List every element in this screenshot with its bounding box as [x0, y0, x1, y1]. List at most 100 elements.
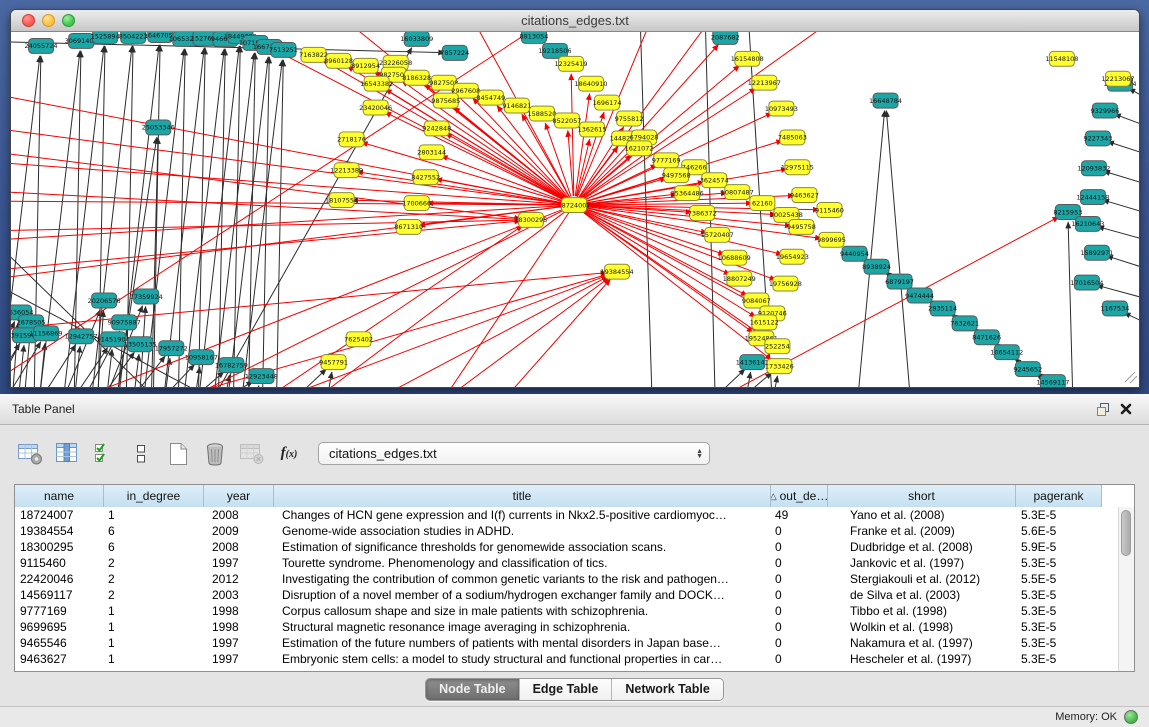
select-columns-button[interactable]	[90, 440, 118, 468]
graph-edge[interactable]	[442, 212, 569, 387]
graph-node[interactable]: 8813054	[519, 32, 548, 43]
graph-edge[interactable]	[502, 279, 611, 387]
graph-node[interactable]: 7857224	[440, 45, 469, 60]
table-options-button[interactable]	[16, 440, 44, 468]
graph-node[interactable]: 9474444	[905, 288, 934, 303]
graph-node[interactable]: 8960128	[324, 53, 353, 68]
graph-node[interactable]: 19756928	[769, 276, 802, 291]
graph-node[interactable]: 11156869	[30, 326, 63, 341]
graph-edge[interactable]	[11, 206, 565, 241]
table-row[interactable]: 1872400712008Changes of HCN gene express…	[15, 507, 1119, 523]
graph-node[interactable]: 15892971	[1080, 245, 1113, 260]
graph-node[interactable]: 90975887	[108, 315, 141, 330]
graph-node[interactable]: 25364486	[671, 186, 704, 201]
graph-node[interactable]: 7632621	[950, 316, 979, 331]
graph-node[interactable]: 12923448	[245, 369, 278, 384]
graph-node[interactable]: 19654923	[776, 249, 809, 264]
graph-edge[interactable]	[11, 236, 161, 387]
graph-edge[interactable]	[1106, 256, 1139, 271]
graph-node[interactable]: 9777169	[652, 153, 681, 168]
graph-node[interactable]: 9329966	[1090, 103, 1119, 118]
scrollbar-thumb[interactable]	[1121, 510, 1131, 556]
graph-node[interactable]: 8427552	[411, 170, 440, 185]
graph-node[interactable]: 8938924	[862, 259, 891, 274]
graph-node[interactable]: 2803144	[417, 145, 446, 160]
graph-edge[interactable]	[18, 345, 24, 387]
tab-edge-table[interactable]: Edge Table	[520, 679, 613, 700]
tab-node-table[interactable]: Node Table	[426, 679, 519, 700]
graph-node[interactable]: 1167534	[1100, 301, 1129, 316]
graph-node[interactable]: 18640910	[574, 76, 607, 91]
graph-node[interactable]: 1700666	[402, 196, 431, 211]
graph-node[interactable]: 17957272	[155, 341, 188, 356]
graph-node[interactable]: 7625402	[344, 332, 373, 347]
graph-node[interactable]: 11548108	[1045, 51, 1078, 66]
graph-node[interactable]: 16782759	[215, 358, 248, 373]
graph-edge[interactable]	[1068, 222, 1073, 387]
graph-edge[interactable]	[261, 226, 522, 387]
graph-edge[interactable]	[159, 364, 194, 387]
graph-node[interactable]: 8912954	[351, 58, 380, 73]
graph-node[interactable]: 15720407	[701, 227, 734, 242]
graph-node[interactable]: 12975115	[781, 160, 814, 175]
column-header-in_degree[interactable]: in_degree	[104, 485, 204, 507]
graph-edge[interactable]	[153, 45, 160, 387]
graph-node[interactable]: 7513251	[269, 42, 298, 57]
graph-node[interactable]: 12942757	[65, 329, 98, 344]
tab-network-table[interactable]: Network Table	[612, 679, 723, 700]
graph-node[interactable]: 12325419	[554, 56, 587, 71]
graph-edge[interactable]	[575, 94, 589, 197]
graph-edge[interactable]	[262, 57, 269, 387]
column-header-out_de[interactable]: △out_de…	[771, 485, 828, 507]
graph-node[interactable]: 9875685	[431, 93, 460, 108]
graph-node[interactable]: 1615122	[750, 315, 779, 330]
graph-node[interactable]: 7485063	[778, 130, 807, 145]
zoom-window-button[interactable]	[62, 14, 75, 27]
graph-node[interactable]: 9495758	[787, 219, 816, 234]
graph-edge[interactable]	[361, 142, 565, 202]
graph-node[interactable]: 16210643	[1071, 216, 1104, 231]
graph-node[interactable]: 6879197	[885, 274, 914, 289]
graph-node[interactable]: 62160	[750, 196, 775, 211]
graph-edge[interactable]	[143, 49, 184, 387]
graph-edge[interactable]	[1104, 171, 1139, 186]
graph-node[interactable]: 16033809	[400, 32, 433, 46]
graph-node[interactable]: 25053346	[142, 120, 175, 135]
graph-edge[interactable]	[254, 386, 258, 387]
graph-node[interactable]: 16543382	[360, 76, 393, 91]
graph-node[interactable]: 7386372	[688, 206, 717, 221]
graph-node[interactable]: 10958167	[185, 350, 218, 365]
graph-edge[interactable]	[1107, 141, 1139, 156]
graph-edge[interactable]	[11, 161, 565, 204]
graph-edge[interactable]	[576, 139, 590, 196]
row-height-button[interactable]	[127, 440, 155, 468]
graph-edge[interactable]	[1103, 200, 1139, 215]
graph-node[interactable]: 13505135	[124, 337, 157, 352]
graph-node[interactable]: 10688609	[718, 250, 751, 265]
graph-node[interactable]: 18300295	[514, 212, 547, 227]
graph-node[interactable]: 14136141	[736, 355, 769, 370]
close-panel-icon[interactable]	[1115, 399, 1137, 419]
graph-node[interactable]: 12213389	[330, 163, 363, 178]
graph-edge[interactable]	[1114, 114, 1139, 128]
column-header-pagerank[interactable]: pagerank	[1016, 485, 1102, 507]
graph-node[interactable]: 10654112	[990, 345, 1023, 360]
graph-node[interactable]: 9899695	[817, 232, 846, 247]
graph-node[interactable]: 9227343	[1083, 131, 1112, 146]
column-header-short[interactable]: short	[828, 485, 1016, 507]
column-header-year[interactable]: year	[204, 485, 274, 507]
graph-node[interactable]: 24055724	[25, 38, 58, 53]
column-header-name[interactable]: name	[15, 485, 104, 507]
graph-node[interactable]: 9115460	[815, 203, 844, 218]
graph-node[interactable]: 12093832	[1077, 161, 1110, 176]
graph-edge[interactable]	[1098, 227, 1139, 242]
import-table-button[interactable]	[238, 440, 266, 468]
graph-node[interactable]: 17359924	[130, 289, 163, 304]
graph-node[interactable]: 9242848	[422, 121, 451, 136]
table-row[interactable]: 1938455462009Genome-wide association stu…	[15, 523, 1119, 539]
graph-node[interactable]: 1621072	[625, 141, 654, 156]
table-row[interactable]: 911546021997Tourette syndrome. Phenomeno…	[15, 555, 1119, 571]
graph-edge[interactable]	[886, 111, 910, 387]
resize-grip[interactable]	[1125, 372, 1137, 383]
graph-edge[interactable]	[198, 48, 205, 387]
